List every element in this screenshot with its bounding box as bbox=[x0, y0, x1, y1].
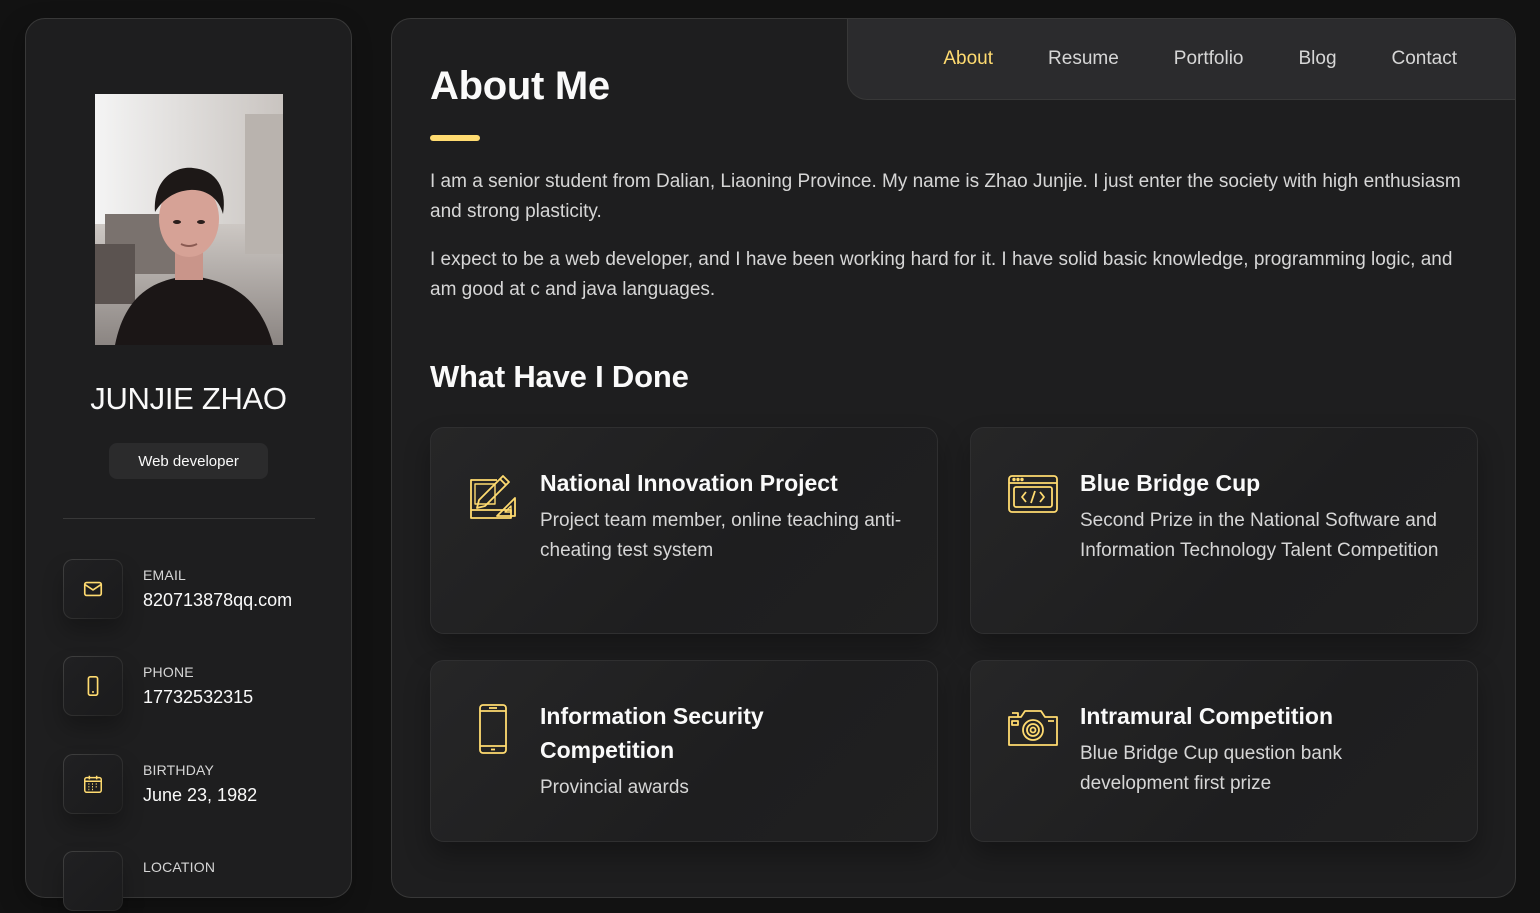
card-title: Information Security Competition bbox=[540, 703, 764, 763]
contact-label: BIRTHDAY bbox=[143, 762, 215, 778]
birthday-value: June 23, 1982 bbox=[143, 785, 258, 805]
smartphone-icon bbox=[467, 703, 519, 755]
contact-location: LOCATION bbox=[63, 851, 323, 913]
card-title: Blue Bridge Cup bbox=[1080, 470, 1261, 496]
calendar-icon bbox=[63, 754, 123, 814]
nav-contact[interactable]: Contact bbox=[1392, 48, 1457, 70]
contact-label: LOCATION bbox=[143, 859, 216, 875]
achievement-card: National Innovation Project Project team… bbox=[430, 427, 938, 634]
contact-birthday: BIRTHDAY June 23, 1982 bbox=[63, 754, 323, 816]
title-underline bbox=[430, 135, 480, 141]
achievement-card: Blue Bridge Cup Second Prize in the Nati… bbox=[970, 427, 1478, 634]
phone-link[interactable]: 17732532315 bbox=[143, 687, 253, 708]
main-panel: About Resume Portfolio Blog Contact Abou… bbox=[391, 18, 1516, 898]
contact-label: EMAIL bbox=[143, 567, 187, 583]
nav-resume[interactable]: Resume bbox=[1048, 48, 1119, 70]
card-text: Second Prize in the National Software an… bbox=[1080, 510, 1439, 561]
card-title: National Innovation Project bbox=[540, 470, 838, 496]
contact-label: PHONE bbox=[143, 664, 194, 680]
page-title: About Me bbox=[430, 64, 610, 108]
avatar bbox=[95, 94, 283, 345]
profile-name: JUNJIE ZHAO bbox=[90, 381, 287, 416]
location-icon bbox=[63, 851, 123, 911]
card-text: Provincial awards bbox=[540, 777, 689, 798]
section-title: What Have I Done bbox=[430, 359, 689, 394]
about-paragraph-2: I expect to be a web developer, and I ha… bbox=[430, 249, 1453, 300]
nav-about[interactable]: About bbox=[943, 48, 993, 70]
nav-blog[interactable]: Blog bbox=[1298, 48, 1336, 70]
card-title: Intramural Competition bbox=[1080, 703, 1334, 729]
contact-phone: PHONE 17732532315 bbox=[63, 656, 323, 718]
nav-portfolio[interactable]: Portfolio bbox=[1174, 48, 1244, 70]
camera-icon bbox=[1007, 703, 1059, 755]
about-paragraph-1: I am a senior student from Dalian, Liaon… bbox=[430, 171, 1461, 222]
contact-email: EMAIL 820713878qq.com bbox=[63, 559, 323, 621]
card-text: Project team member, online teaching ant… bbox=[540, 510, 902, 561]
achievement-card: Intramural Competition Blue Bridge Cup q… bbox=[970, 660, 1478, 842]
email-link[interactable]: 820713878qq.com bbox=[143, 590, 292, 611]
role-badge: Web developer bbox=[109, 443, 268, 479]
code-window-icon bbox=[1007, 470, 1059, 522]
mail-icon bbox=[63, 559, 123, 619]
design-tools-icon bbox=[467, 470, 519, 522]
sidebar: JUNJIE ZHAO Web developer EMAIL 82071387… bbox=[25, 18, 352, 911]
phone-icon bbox=[63, 656, 123, 716]
separator bbox=[63, 518, 315, 519]
achievement-card: Information Security Competition Provinc… bbox=[430, 660, 938, 842]
card-text: Blue Bridge Cup question bank developmen… bbox=[1080, 743, 1342, 794]
navbar: About Resume Portfolio Blog Contact bbox=[847, 19, 1515, 100]
